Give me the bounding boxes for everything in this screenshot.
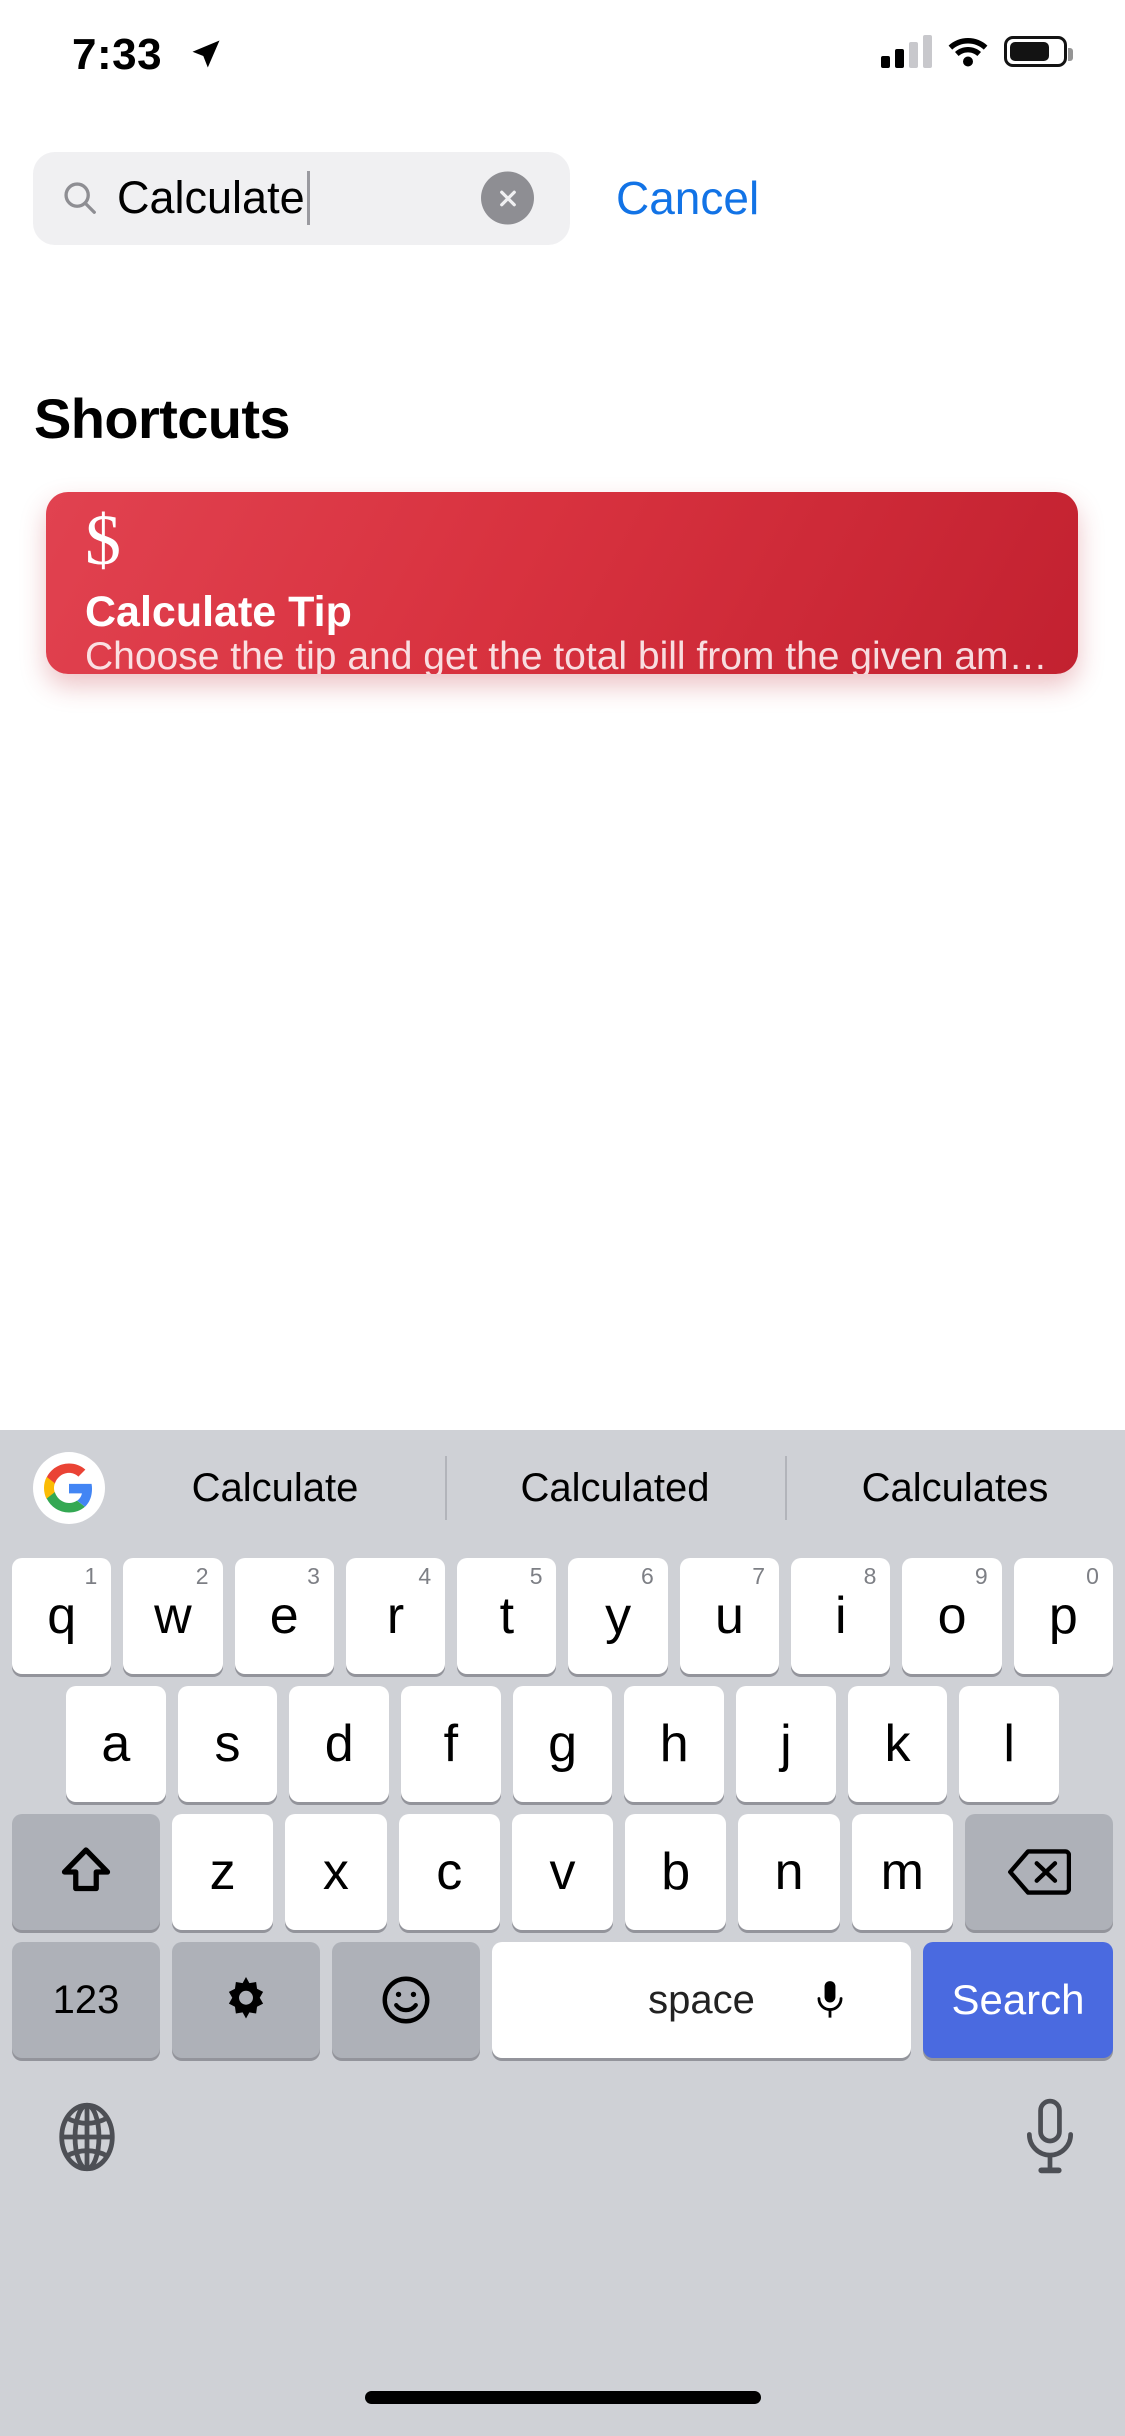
key-p[interactable]: 0p	[1013, 1558, 1113, 1674]
suggestion-item-1[interactable]: Calculated	[445, 1430, 785, 1546]
space-key[interactable]: space	[492, 1942, 911, 2058]
shift-key[interactable]	[12, 1814, 160, 1930]
close-icon	[499, 190, 516, 206]
search-enter-key[interactable]: Search	[923, 1942, 1113, 2058]
key-f[interactable]: f	[401, 1686, 501, 1802]
suggestion-item-0[interactable]: Calculate	[105, 1430, 445, 1546]
key-hint: 1	[84, 1563, 98, 1589]
clear-search-button[interactable]	[481, 171, 534, 225]
key-label: i	[834, 1587, 847, 1645]
suggestion-item-2[interactable]: Calculates	[785, 1430, 1125, 1546]
numeric-switch-key[interactable]: 123	[12, 1942, 160, 2058]
cancel-button[interactable]: Cancel	[616, 171, 759, 225]
key-label: y	[605, 1587, 632, 1645]
key-w[interactable]: 2w	[123, 1558, 223, 1674]
key-hint: 2	[195, 1563, 209, 1589]
search-icon	[64, 182, 96, 214]
shift-arrow-icon	[61, 1847, 111, 1892]
suggestion-list: Calculate Calculated Calculates	[105, 1430, 1125, 1546]
globe-icon[interactable]	[46, 2096, 128, 2178]
shortcut-result-card[interactable]: $ Calculate Tip Choose the tip and get t…	[46, 492, 1078, 674]
key-hint: 9	[974, 1563, 988, 1589]
home-indicator[interactable]	[364, 2391, 761, 2404]
smiley-icon	[382, 1976, 430, 2024]
status-bar: 7:33	[0, 0, 1125, 132]
key-l[interactable]: l	[959, 1686, 1060, 1802]
keyboard-row-1: 1q 2w 3e 4r 5t 6y 7u 8i 9o 0p	[0, 1558, 1125, 1674]
key-label: w	[154, 1587, 192, 1645]
search-bar: Calculate Cancel	[0, 150, 1125, 246]
key-a[interactable]: a	[66, 1686, 166, 1802]
key-v[interactable]: v	[511, 1814, 614, 1930]
battery-icon	[1004, 35, 1073, 67]
key-label: t	[499, 1587, 515, 1645]
gear-icon	[228, 1977, 264, 2019]
text-cursor	[306, 171, 310, 225]
key-z[interactable]: z	[172, 1814, 274, 1930]
key-d[interactable]: d	[289, 1686, 390, 1802]
cellular-signal-icon	[881, 34, 932, 68]
key-i[interactable]: 8i	[791, 1558, 891, 1674]
status-bar-indicators	[881, 34, 1073, 68]
key-b[interactable]: b	[625, 1814, 727, 1930]
key-j[interactable]: j	[736, 1686, 836, 1802]
key-hint: 0	[1086, 1563, 1099, 1589]
key-k[interactable]: k	[847, 1686, 948, 1802]
keyboard-row-3: z x c v b n m	[0, 1814, 1125, 1930]
backspace-key[interactable]	[964, 1814, 1113, 1930]
key-hint: 5	[529, 1563, 543, 1589]
key-x[interactable]: x	[285, 1814, 387, 1930]
key-label: u	[714, 1587, 744, 1645]
key-r[interactable]: 4r	[345, 1558, 446, 1674]
key-c[interactable]: c	[398, 1814, 500, 1930]
key-s[interactable]: s	[177, 1686, 278, 1802]
shortcut-card-subtitle: Choose the tip and get the total bill fr…	[85, 635, 1048, 674]
key-e[interactable]: 3e	[234, 1558, 334, 1674]
key-hint: 6	[640, 1563, 654, 1589]
suggestion-bar: Calculate Calculated Calculates	[0, 1430, 1125, 1546]
key-o[interactable]: 9o	[902, 1558, 1002, 1674]
key-hint: 4	[418, 1563, 432, 1589]
shortcut-card-title: Calculate Tip	[85, 588, 352, 636]
key-m[interactable]: m	[851, 1814, 953, 1930]
key-label: e	[269, 1587, 299, 1645]
key-hint: 3	[307, 1563, 320, 1589]
key-label: p	[1048, 1587, 1078, 1645]
keyboard-row-2: a s d f g h j k l	[0, 1686, 1125, 1802]
keyboard-row-4: 123 space Search	[0, 1942, 1125, 2058]
key-g[interactable]: g	[512, 1686, 613, 1802]
space-key-label: space	[648, 1977, 755, 2022]
wifi-icon	[948, 38, 988, 67]
keyboard: Calculate Calculated Calculates 1q 2w 3e…	[0, 1430, 1125, 2436]
key-h[interactable]: h	[624, 1686, 725, 1802]
key-hint: 7	[752, 1563, 766, 1589]
status-bar-time: 7:33	[72, 30, 163, 79]
search-input-value: Calculate	[117, 172, 305, 223]
emoji-key[interactable]	[332, 1942, 480, 2058]
key-u[interactable]: 7u	[679, 1558, 780, 1674]
key-label: o	[937, 1587, 967, 1645]
settings-key[interactable]	[172, 1942, 320, 2058]
backspace-icon	[1007, 1849, 1071, 1895]
key-y[interactable]: 6y	[568, 1558, 668, 1674]
key-t[interactable]: 5t	[457, 1558, 557, 1674]
google-g-icon[interactable]	[33, 1452, 105, 1524]
dollar-sign-icon: $	[85, 500, 121, 580]
key-label: q	[47, 1587, 77, 1645]
section-title-shortcuts: Shortcuts	[34, 387, 291, 450]
key-hint: 8	[863, 1563, 877, 1589]
key-q[interactable]: 1q	[12, 1558, 112, 1674]
microphone-icon[interactable]	[815, 1979, 845, 2021]
search-input[interactable]: Calculate	[33, 151, 570, 245]
location-arrow-icon	[192, 40, 220, 68]
key-label: r	[386, 1587, 405, 1645]
keyboard-footer	[0, 2070, 1125, 2436]
microphone-icon[interactable]	[1021, 2096, 1079, 2178]
key-n[interactable]: n	[738, 1814, 840, 1930]
